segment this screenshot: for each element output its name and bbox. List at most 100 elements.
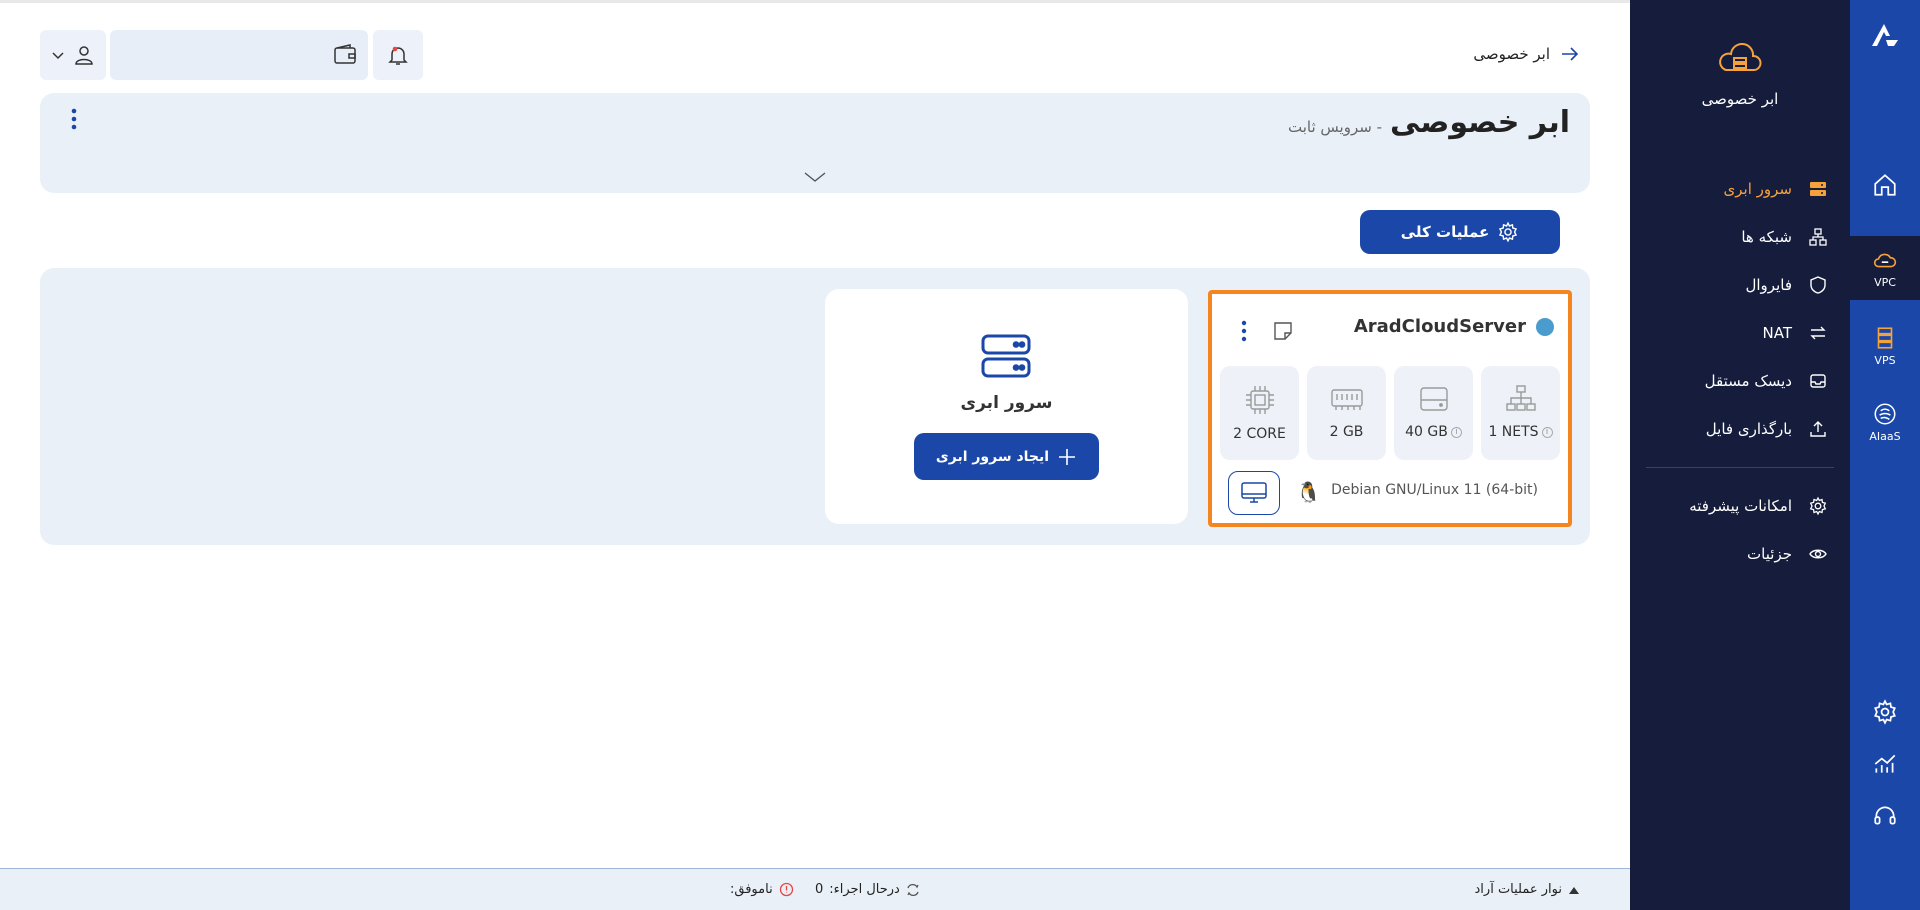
- wallet-icon: [334, 44, 356, 64]
- sidebar-item-label: جزئیات: [1747, 545, 1792, 563]
- rail-vpc[interactable]: VPC: [1850, 236, 1920, 300]
- rail-vps-label: VPS: [1874, 354, 1896, 367]
- status-indicator: [1536, 317, 1554, 336]
- spec-cpu: 2 CORE: [1220, 366, 1299, 460]
- notifications-button[interactable]: [373, 30, 423, 80]
- info-icon[interactable]: i: [1450, 426, 1462, 438]
- sidebar-item-independent-disk[interactable]: دیسک مستقل: [1630, 357, 1850, 405]
- info-icon[interactable]: i: [1541, 426, 1553, 438]
- spec-network: 1 NETS i: [1481, 366, 1560, 460]
- linux-icon: 🐧: [1296, 480, 1321, 504]
- create-card-title: سرور ابری: [960, 393, 1053, 413]
- rail-support[interactable]: [1850, 794, 1920, 838]
- rail-vpc-label: VPC: [1874, 276, 1896, 289]
- server-stack-icon: [1877, 327, 1893, 349]
- user-icon: [75, 46, 93, 65]
- running-status: درحال اجراء: 0: [815, 882, 920, 897]
- rail-aiaas-label: AIaaS: [1869, 430, 1901, 443]
- arad-logo-icon[interactable]: [1868, 18, 1902, 52]
- sidebar-title: ابر خصوصی: [1701, 90, 1779, 108]
- transfer-arrows-icon: [1810, 326, 1826, 340]
- server-icon: [1810, 182, 1826, 196]
- sidebar-divider: [1646, 467, 1834, 468]
- kebab-menu-icon[interactable]: [70, 107, 78, 131]
- create-cloud-server-button[interactable]: ایجاد سرور ابری: [914, 433, 1099, 480]
- page-header-card: ابر خصوصی - سرویس ثابت: [40, 93, 1590, 193]
- server-card[interactable]: AradCloudServer 1 NETS i 40 GB i 2 GB 2 CO…: [1208, 290, 1572, 527]
- rail-aiaas[interactable]: AIaaS: [1850, 390, 1920, 454]
- sidebar-item-cloud-server[interactable]: سرور ابری: [1630, 165, 1850, 213]
- page-title-text: ابر خصوصی: [1390, 105, 1570, 140]
- network-icon: [1809, 228, 1827, 246]
- eye-icon: [1809, 549, 1827, 559]
- spec-value: 40 GB: [1405, 424, 1448, 440]
- gear-icon: [1874, 699, 1896, 725]
- operations-bar: نوار عملیات آراد درحال اجراء: 0 ناموفق:: [0, 868, 1630, 910]
- general-operations-button[interactable]: عملیات کلی: [1360, 210, 1560, 254]
- running-count: 0: [815, 882, 824, 897]
- spec-value: 2 GB: [1329, 424, 1364, 440]
- sidebar-item-label: سرور ابری: [1723, 180, 1792, 198]
- private-cloud-icon: [1719, 42, 1762, 71]
- sidebar: ابر خصوصی سرور ابری شبکه ها فایروال NAT …: [1630, 0, 1850, 910]
- server-kebab-icon[interactable]: [1240, 320, 1248, 342]
- running-label: درحال اجراء:: [829, 882, 900, 897]
- operations-bar-toggle[interactable]: نوار عملیات آراد: [1475, 882, 1580, 897]
- chart-icon: [1874, 754, 1896, 773]
- breadcrumb-back[interactable]: ابر خصوصی: [1473, 45, 1580, 63]
- os-name: Debian GNU/Linux 11 (64-bit): [1331, 482, 1538, 498]
- alert-icon: [779, 882, 793, 897]
- wallet-balance[interactable]: [110, 30, 368, 80]
- sidebar-item-label: امکانات پیشرفته: [1689, 497, 1792, 515]
- rail-home[interactable]: [1850, 160, 1920, 210]
- rail-reports[interactable]: [1850, 742, 1920, 786]
- user-menu[interactable]: [40, 30, 106, 80]
- note-icon[interactable]: [1272, 320, 1294, 342]
- operations-bar-label: نوار عملیات آراد: [1474, 882, 1562, 897]
- server-specs: 1 NETS i 40 GB i 2 GB 2 CORE: [1220, 366, 1560, 460]
- sidebar-item-label: دیسک مستقل: [1704, 372, 1792, 390]
- sidebar-item-nat[interactable]: NAT: [1630, 309, 1850, 357]
- sidebar-item-label: فایروال: [1745, 276, 1792, 294]
- cpu-icon: [1245, 386, 1274, 414]
- sidebar-item-label: شبکه ها: [1741, 228, 1792, 246]
- sidebar-item-file-upload[interactable]: بارگذاری فایل: [1630, 405, 1850, 453]
- failed-status: ناموفق:: [730, 882, 794, 897]
- sidebar-item-networks[interactable]: شبکه ها: [1630, 213, 1850, 261]
- rail-settings[interactable]: [1850, 690, 1920, 734]
- page-title: ابر خصوصی - سرویس ثابت: [1288, 105, 1570, 140]
- gear-icon: [1809, 496, 1827, 516]
- sidebar-item-details[interactable]: جزئیات: [1630, 530, 1850, 578]
- sidebar-header: ابر خصوصی: [1630, 40, 1850, 108]
- cloud-icon: [1873, 253, 1897, 268]
- server-name-row: AradCloudServer: [1354, 316, 1554, 337]
- sidebar-item-label: NAT: [1762, 324, 1792, 342]
- chevron-down-icon: [52, 52, 64, 60]
- bell-icon: [388, 46, 408, 65]
- create-server-card: سرور ابری ایجاد سرور ابری: [825, 289, 1188, 524]
- sidebar-item-firewall[interactable]: فایروال: [1630, 261, 1850, 309]
- shield-icon: [1810, 276, 1826, 294]
- top-divider: [0, 0, 1630, 3]
- sidebar-menu: سرور ابری شبکه ها فایروال NAT دیسک مستقل…: [1630, 165, 1850, 578]
- icon-rail: VPC VPS AIaaS: [1850, 0, 1920, 910]
- sidebar-item-advanced[interactable]: امکانات پیشرفته: [1630, 482, 1850, 530]
- hard-drive-icon: [1419, 387, 1448, 411]
- brain-icon: [1874, 403, 1896, 425]
- server-icon: [981, 334, 1031, 378]
- refresh-icon: [907, 883, 919, 896]
- rail-vps[interactable]: VPS: [1850, 314, 1920, 378]
- sidebar-item-label: بارگذاری فایل: [1705, 420, 1792, 438]
- caret-up-icon: [1569, 886, 1579, 894]
- spec-value: 2 CORE: [1233, 426, 1286, 442]
- spec-value: 1 NETS: [1488, 424, 1539, 440]
- network-icon: [1505, 385, 1536, 411]
- arrow-right-icon: [1562, 47, 1579, 61]
- headset-icon: [1874, 806, 1896, 825]
- general-operations-label: عملیات کلی: [1400, 223, 1490, 241]
- console-button[interactable]: [1228, 471, 1280, 515]
- home-icon: [1874, 174, 1896, 196]
- disk-icon: [1810, 374, 1826, 388]
- gear-icon: [1499, 221, 1518, 243]
- expand-chevron-icon[interactable]: [802, 169, 828, 185]
